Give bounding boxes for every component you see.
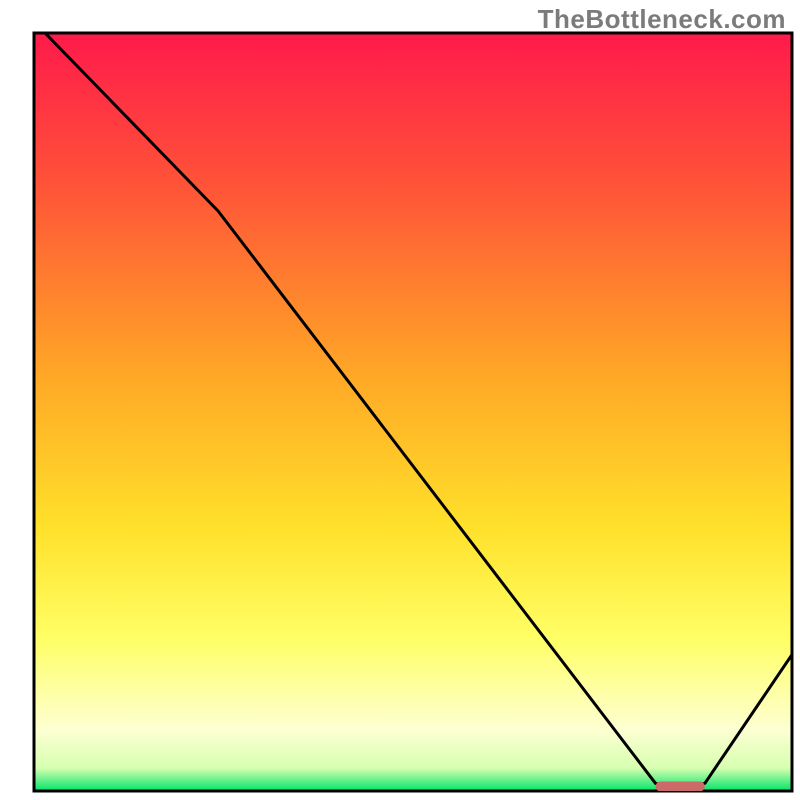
gradient-background [34, 33, 792, 791]
chart-svg [0, 0, 800, 800]
optimal-range-marker [656, 782, 705, 792]
watermark-text: TheBottleneck.com [538, 4, 786, 35]
bottleneck-chart: TheBottleneck.com [0, 0, 800, 800]
